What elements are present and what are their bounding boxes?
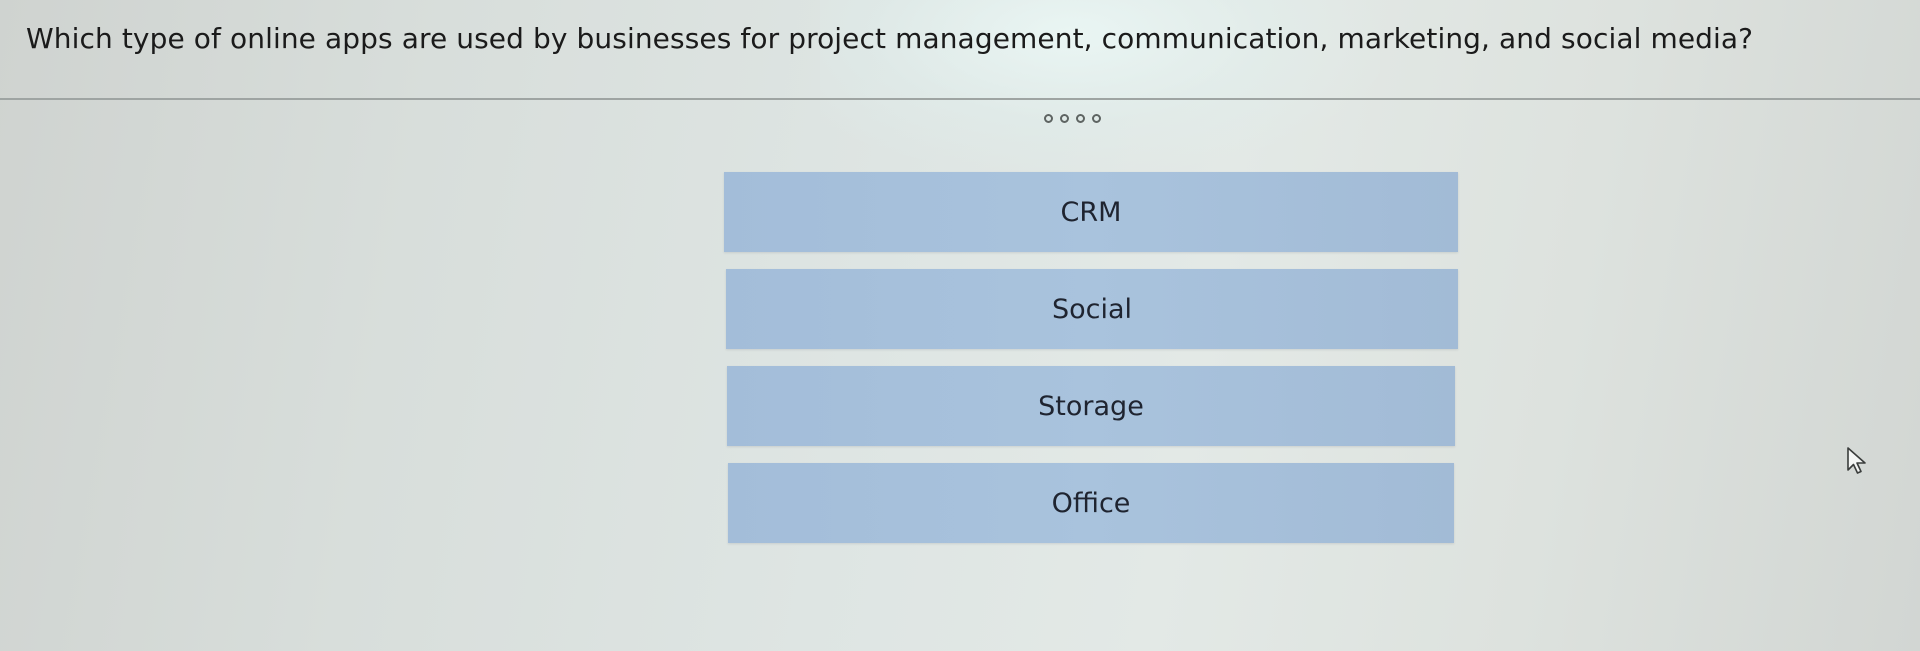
progress-dot	[1076, 114, 1085, 123]
question-header: Which type of online apps are used by bu…	[0, 0, 1920, 100]
answer-options: CRM Social Storage Office	[724, 172, 1458, 560]
answer-label: Social	[1051, 293, 1133, 325]
answer-option-office[interactable]: Office	[728, 463, 1454, 543]
mouse-pointer-icon	[1846, 446, 1868, 480]
answer-option-crm[interactable]: CRM	[724, 172, 1458, 252]
answer-label: Storage	[1038, 390, 1144, 422]
progress-dot	[1092, 114, 1101, 123]
progress-dots	[1044, 114, 1101, 123]
question-text: Which type of online apps are used by bu…	[26, 22, 1754, 55]
progress-dot	[1044, 114, 1053, 123]
answer-option-social[interactable]: Social	[726, 269, 1458, 349]
answer-option-storage[interactable]: Storage	[727, 366, 1455, 446]
answer-label: CRM	[1060, 196, 1122, 228]
answer-label: Office	[1051, 487, 1131, 519]
progress-dot	[1060, 114, 1069, 123]
